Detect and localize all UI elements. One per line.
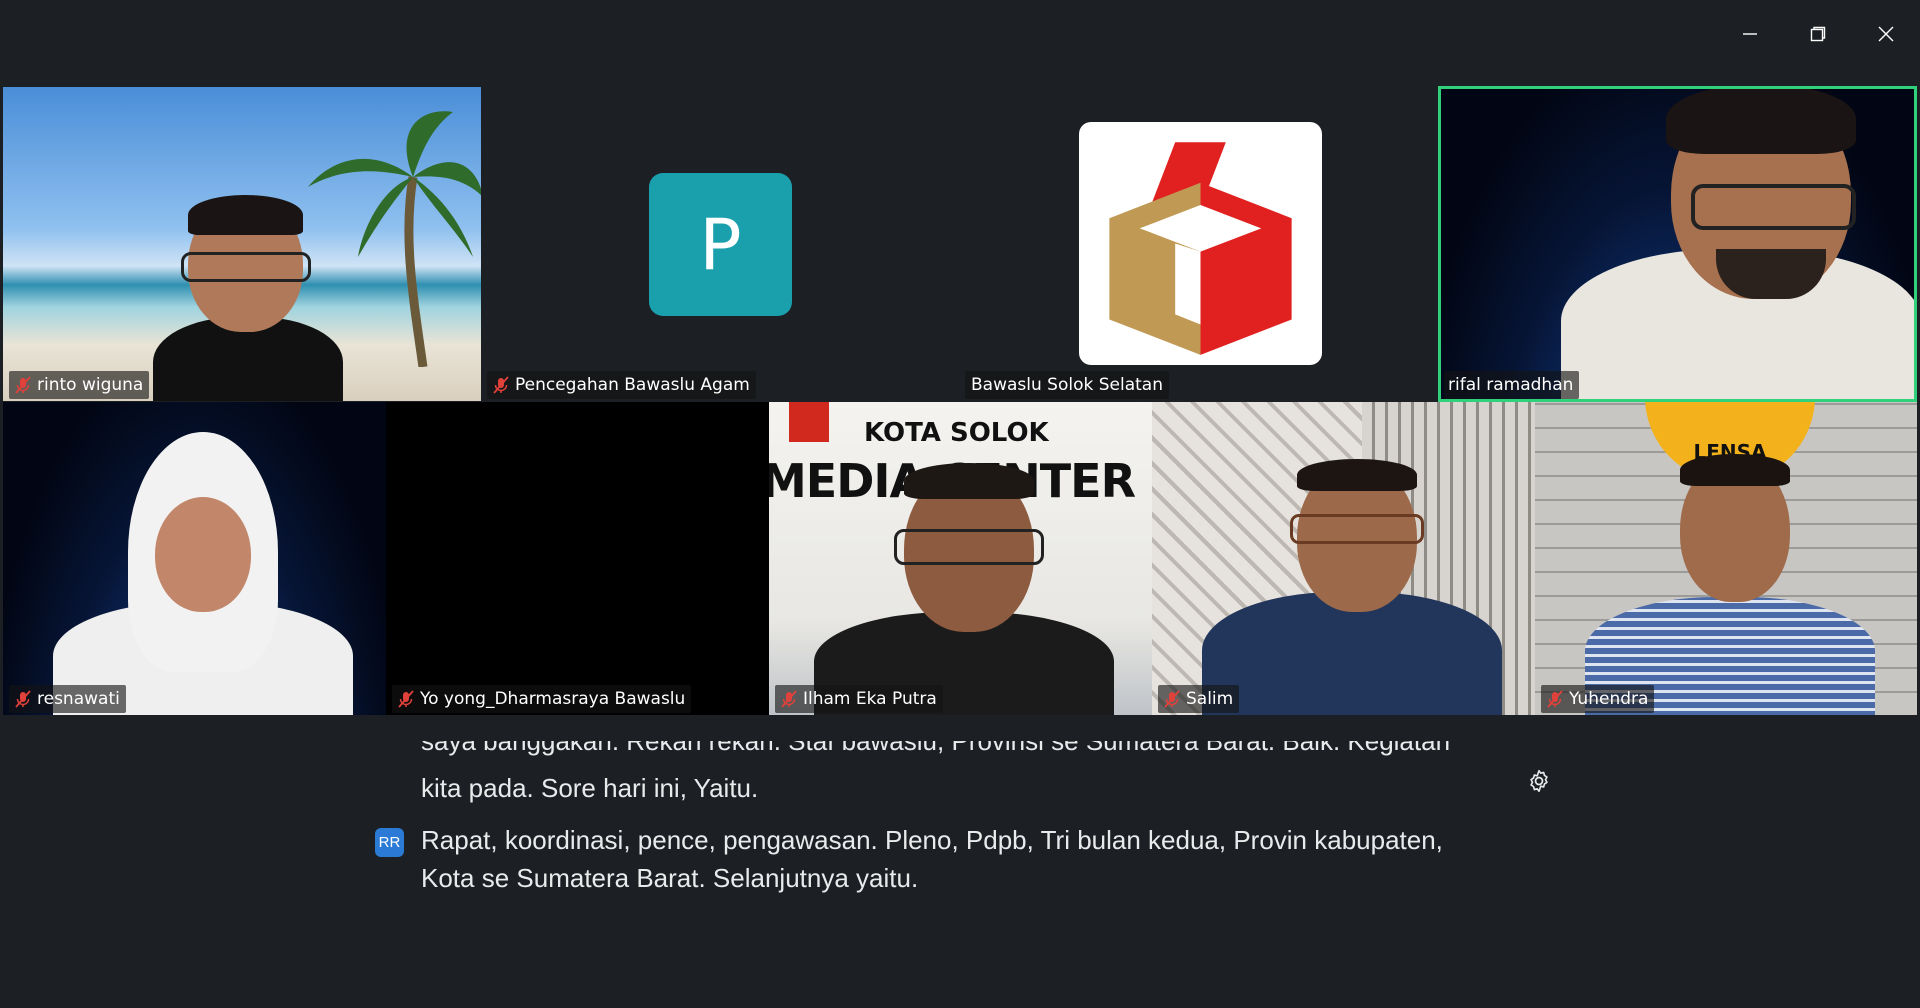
- participant-name: rifal ramadhan: [1448, 375, 1574, 395]
- participant-video: [33, 432, 363, 715]
- participant-name: Pencegahan Bawaslu Agam: [515, 375, 750, 395]
- participant-tile[interactable]: resnawati: [3, 402, 386, 715]
- participant-name: Yuhendra: [1569, 689, 1649, 709]
- muted-mic-icon: [398, 690, 414, 708]
- participant-nametag: Yo yong_Dharmasraya Bawaslu: [392, 685, 692, 713]
- minimize-icon: [1743, 33, 1757, 35]
- participant-video: [814, 463, 1114, 715]
- participant-name: Salim: [1186, 689, 1234, 709]
- media-center-subtitle: KOTA SOLOK: [864, 418, 1049, 448]
- participant-tile[interactable]: MEDIA CENTER KOTA SOLOK Ilham Eka Putra: [769, 402, 1152, 715]
- participant-nametag: Yuhendra: [1541, 685, 1655, 713]
- participant-tile[interactable]: P Pencegahan Bawaslu Agam: [481, 87, 959, 401]
- restore-icon: [1810, 26, 1826, 42]
- muted-mic-icon: [493, 376, 509, 394]
- participant-tile[interactable]: Salim: [1152, 402, 1535, 715]
- participant-tile[interactable]: Bawaslu Solok Selatan: [959, 87, 1437, 401]
- participant-video: [1541, 89, 1914, 399]
- muted-mic-icon: [15, 376, 31, 394]
- close-button[interactable]: [1852, 0, 1920, 68]
- participant-nametag: Salim: [1158, 685, 1240, 713]
- logo-fragment: [789, 402, 829, 442]
- restore-button[interactable]: [1784, 0, 1852, 68]
- participant-tile[interactable]: LENSA Yuhendra: [1535, 402, 1917, 715]
- close-icon: [1878, 26, 1894, 42]
- participant-video: [143, 195, 353, 401]
- participant-nametag: Bawaslu Solok Selatan: [965, 371, 1169, 399]
- participant-name: rinto wiguna: [37, 375, 144, 395]
- caption-line: kita pada. Sore hari ini, Yaitu.: [421, 773, 759, 803]
- minimize-button[interactable]: [1716, 0, 1784, 68]
- participant-tile-active[interactable]: rifal ramadhan: [1438, 86, 1917, 402]
- caption-line: Kota se Sumatera Barat. Selanjutnya yait…: [421, 863, 919, 893]
- participant-video: [1202, 459, 1502, 715]
- participant-name: Yo yong_Dharmasraya Bawaslu: [420, 689, 686, 709]
- participant-nametag: Pencegahan Bawaslu Agam: [487, 371, 756, 399]
- participant-name: Bawaslu Solok Selatan: [971, 375, 1163, 395]
- participant-tile[interactable]: rinto wiguna: [3, 87, 481, 401]
- window-controls: [1716, 0, 1920, 68]
- participant-nametag: Ilham Eka Putra: [775, 685, 943, 713]
- participant-nametag: resnawati: [9, 685, 126, 713]
- speaker-avatar: RR: [375, 828, 404, 857]
- participant-nametag: rinto wiguna: [9, 371, 150, 399]
- live-captions-panel: saya banggakan. Rekan rekan. Staf bawasl…: [0, 728, 1920, 1008]
- muted-mic-icon: [1164, 690, 1180, 708]
- muted-mic-icon: [1547, 690, 1563, 708]
- participant-name: Ilham Eka Putra: [803, 689, 937, 709]
- video-feed: [386, 402, 769, 715]
- muted-mic-icon: [781, 690, 797, 708]
- participant-video: [1585, 454, 1875, 715]
- participant-nametag: rifal ramadhan: [1444, 371, 1580, 399]
- participant-name: resnawati: [37, 689, 120, 709]
- avatar: P: [649, 173, 792, 316]
- caption-line: Rapat, koordinasi, pence, pengawasan. Pl…: [421, 825, 1443, 855]
- bawaslu-logo: [1079, 122, 1322, 365]
- gear-icon[interactable]: [1526, 768, 1552, 794]
- participant-tile[interactable]: Yo yong_Dharmasraya Bawaslu: [386, 402, 769, 715]
- muted-mic-icon: [15, 690, 31, 708]
- caption-fade: [0, 715, 1920, 741]
